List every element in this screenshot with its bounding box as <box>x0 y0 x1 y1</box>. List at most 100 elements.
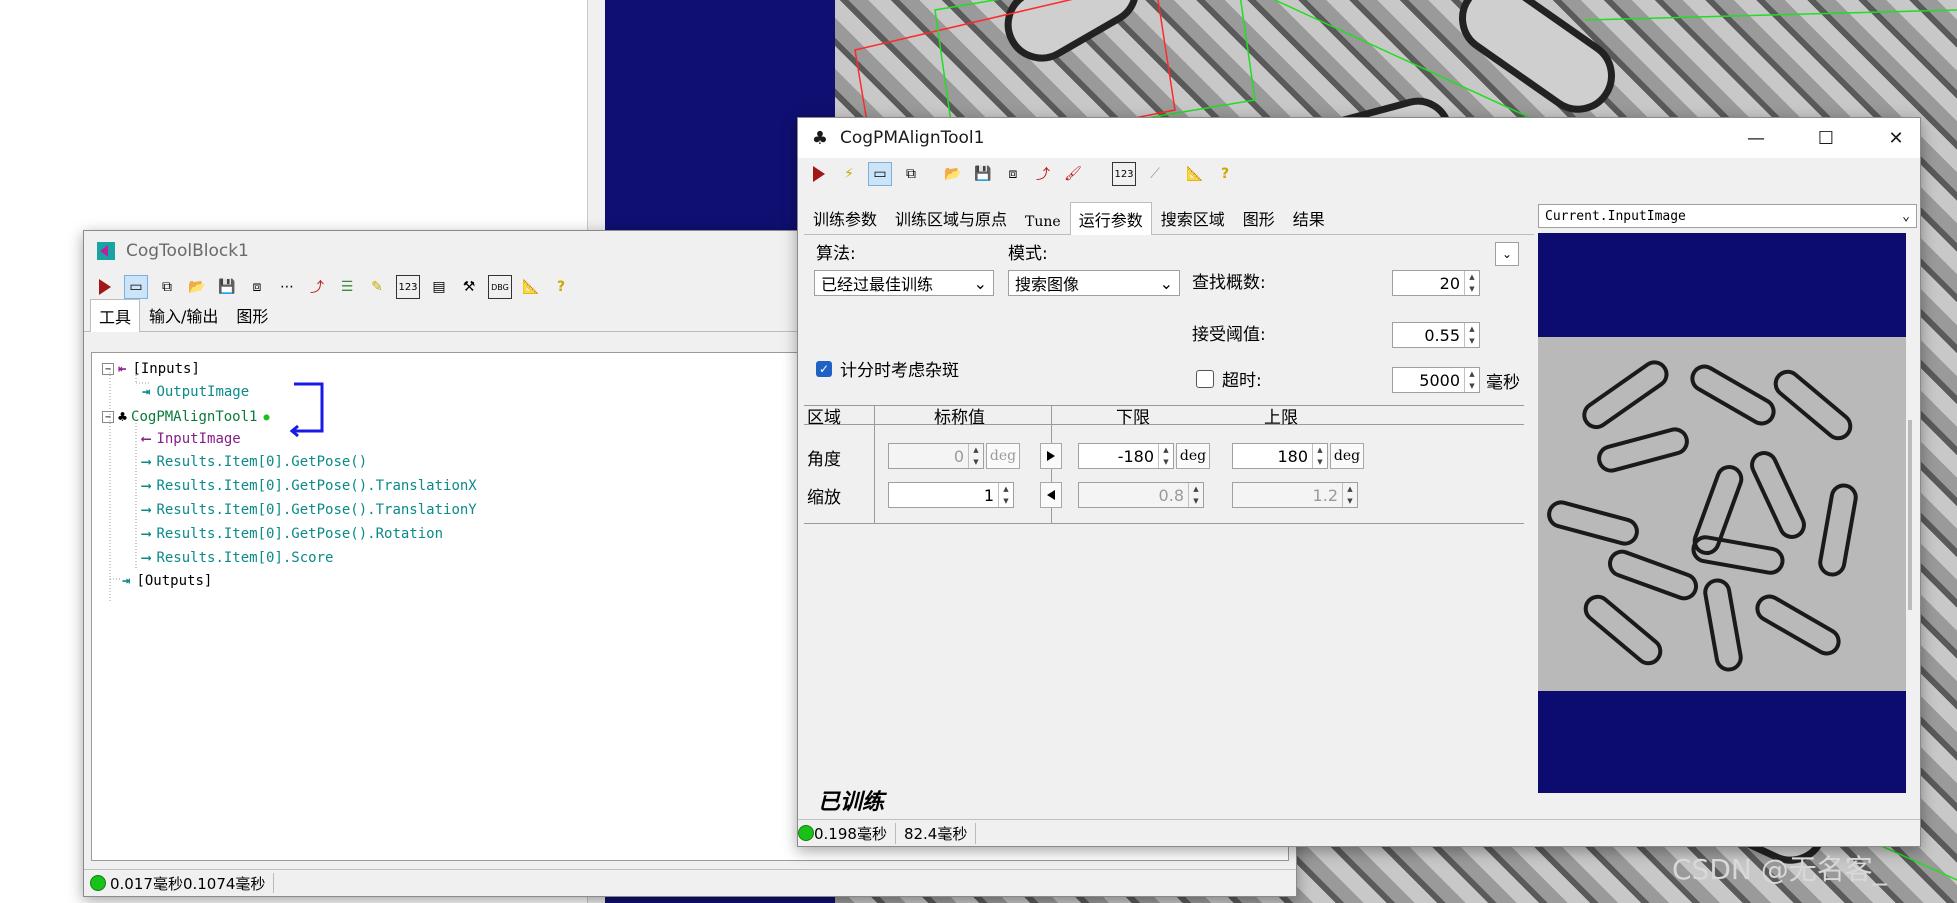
tab-graphics[interactable]: 图形 <box>227 298 277 331</box>
spinner-arrows-icon[interactable]: ▲ ▼ <box>1188 483 1203 507</box>
maximize-button[interactable]: ☐ <box>1802 118 1850 158</box>
tools-icon[interactable]: ⚒ <box>458 276 480 298</box>
run-icon[interactable] <box>808 163 830 185</box>
spinner-arrows-icon[interactable]: ▲ ▼ <box>1464 368 1479 392</box>
display-toggle-icon[interactable]: ▭ <box>868 162 892 186</box>
checkbox-checked-icon[interactable]: ✓ <box>816 360 832 377</box>
ruler-icon[interactable]: 📐 <box>520 276 542 298</box>
help-icon[interactable]: ? <box>550 276 572 298</box>
close-button[interactable]: ✕ <box>1872 118 1920 158</box>
tree-output-image[interactable]: ⇥ OutputImage <box>142 384 249 400</box>
checkbox-unchecked-icon[interactable] <box>1196 369 1214 388</box>
terminal-icon[interactable]: ▤ <box>428 276 450 298</box>
chevron-down-icon: ⌄ <box>1902 208 1910 224</box>
save-icon[interactable]: 💾 <box>216 276 238 298</box>
minimize-button[interactable]: — <box>1732 118 1780 158</box>
scale-nominal-spinner[interactable]: 1 ▲ ▼ <box>888 482 1014 508</box>
debug-icon[interactable]: DBG <box>488 275 512 299</box>
angle-nominal-unit[interactable]: deg <box>986 443 1020 469</box>
dots-icon[interactable]: ⋯ <box>276 276 298 298</box>
spinner-arrows-icon[interactable]: ▲ ▼ <box>998 483 1013 507</box>
numeric-icon[interactable]: 123 <box>396 275 420 299</box>
mode-select[interactable]: 搜索图像 ⌄ <box>1008 270 1180 296</box>
watermark: CSDN @无名客_ <box>1672 853 1887 886</box>
scale-back-button[interactable] <box>1040 482 1062 508</box>
spinner-arrows-icon[interactable]: ▲ ▼ <box>1464 271 1479 295</box>
output-arrow-icon: ⟶ <box>142 478 151 494</box>
image-scrollbar[interactable] <box>1908 420 1912 610</box>
signal-icon[interactable]: ⟋ <box>1144 163 1166 185</box>
status-time-2: 82.4毫秒 <box>896 822 977 844</box>
tab-run-params[interactable]: 运行参数 <box>1069 202 1152 235</box>
open-folder-icon[interactable]: 📂 <box>942 163 964 185</box>
output-arrow-icon: ⇥ <box>122 573 131 589</box>
algorithm-select[interactable]: 已经过最佳训练 ⌄ <box>814 270 994 296</box>
copy-tool-icon[interactable]: ⧈ <box>1002 163 1024 185</box>
tab-search-region[interactable]: 搜索区域 <box>1152 201 1234 234</box>
collapse-icon[interactable]: − <box>102 411 114 423</box>
image-display[interactable] <box>1538 233 1906 793</box>
tree-result-item[interactable]: ⟶ Results.Item[0].Score <box>142 550 333 566</box>
timeout-label: 超时: <box>1222 371 1262 391</box>
tab-graphics[interactable]: 图形 <box>1234 201 1284 234</box>
tab-tools[interactable]: 工具 <box>90 299 141 332</box>
toolblock-statusbar: 0.017毫秒0.1074毫秒 <box>84 869 1296 896</box>
tree-result-item[interactable]: ⟶ Results.Item[0].GetPose().TranslationX <box>142 478 477 494</box>
tab-results[interactable]: 结果 <box>1284 201 1334 234</box>
ruler-icon[interactable]: 📐 <box>1184 163 1206 185</box>
mode-label: 模式: <box>1008 244 1048 264</box>
window-split-icon[interactable]: ⧉ <box>900 163 922 185</box>
angle-high-spinner[interactable]: 180 ▲ ▼ <box>1232 443 1328 469</box>
save-icon[interactable]: 💾 <box>972 163 994 185</box>
angle-nominal-spinner[interactable]: 0 ▲ ▼ <box>888 443 984 469</box>
status-dot-icon: ● <box>263 411 270 423</box>
tree-result-item[interactable]: ⟶ Results.Item[0].GetPose() <box>142 454 367 470</box>
angle-label: 角度 <box>807 450 841 470</box>
image-selector[interactable]: Current.InputImage ⌄ <box>1538 204 1917 228</box>
tab-train-params[interactable]: 训练参数 <box>804 201 886 234</box>
output-arrow-icon: ⟶ <box>142 550 151 566</box>
lightning-icon[interactable]: ⚡ <box>838 163 860 185</box>
tree-result-item[interactable]: ⟶ Results.Item[0].GetPose().Rotation <box>142 526 443 542</box>
find-count-spinner[interactable]: 20 ▲ ▼ <box>1392 270 1480 296</box>
tree-tool-node[interactable]: − ♣ CogPMAlignTool1 ● <box>102 408 270 426</box>
timeout-spinner[interactable]: 5000 ▲ ▼ <box>1392 367 1480 393</box>
scale-high-spinner[interactable]: 1.2 ▲ ▼ <box>1232 482 1358 508</box>
import-icon[interactable]: ⤴ <box>1032 163 1054 185</box>
accept-threshold-spinner[interactable]: 0.55 ▲ ▼ <box>1392 322 1480 348</box>
brush-icon[interactable]: 🖌 <box>1062 163 1084 185</box>
collapse-icon[interactable]: − <box>102 363 114 375</box>
window-split-icon[interactable]: ⧉ <box>156 276 178 298</box>
display-toggle-icon[interactable]: ▭ <box>124 275 148 299</box>
timeout-checkbox-row[interactable]: 超时: <box>1196 366 1262 391</box>
spinner-arrows-icon[interactable]: ▲ ▼ <box>1464 323 1479 347</box>
angle-low-unit[interactable]: deg <box>1176 443 1210 469</box>
spinner-arrows-icon[interactable]: ▲ ▼ <box>1312 444 1327 468</box>
spinner-arrows-icon[interactable]: ▲ ▼ <box>1158 444 1173 468</box>
database-icon[interactable]: ☰ <box>336 276 358 298</box>
import-icon[interactable]: ⤴ <box>306 276 328 298</box>
help-icon[interactable]: ? <box>1214 163 1236 185</box>
tree-result-item[interactable]: ⟶ Results.Item[0].GetPose().TranslationY <box>142 502 477 518</box>
numeric-icon[interactable]: 123 <box>1112 162 1136 186</box>
angle-high-unit[interactable]: deg <box>1330 443 1364 469</box>
tree-input-image[interactable]: ⟵ InputImage <box>142 431 241 447</box>
scale-low-spinner[interactable]: 0.8 ▲ ▼ <box>1078 482 1204 508</box>
spinner-arrows-icon[interactable]: ▲ ▼ <box>968 444 983 468</box>
copy-tool-icon[interactable]: ⧈ <box>246 276 268 298</box>
expand-icon[interactable]: ⌄ <box>1495 242 1519 266</box>
tab-io[interactable]: 输入/输出 <box>140 298 227 331</box>
clutter-checkbox-row[interactable]: ✓ 计分时考虑杂斑 <box>816 356 959 381</box>
output-arrow-icon: ⟶ <box>142 454 151 470</box>
run-icon[interactable] <box>94 276 116 298</box>
script-icon[interactable]: ✎ <box>366 276 388 298</box>
spinner-arrows-icon[interactable]: ▲ ▼ <box>1342 483 1357 507</box>
tree-outputs-node[interactable]: ⇥ [Outputs] <box>122 573 212 589</box>
tree-inputs-node[interactable]: − ⇤ [Inputs] <box>102 361 200 377</box>
angle-low-spinner[interactable]: -180 ▲ ▼ <box>1078 443 1174 469</box>
open-folder-icon[interactable]: 📂 <box>186 276 208 298</box>
angle-play-button[interactable] <box>1040 443 1062 469</box>
output-arrow-icon: ⇥ <box>142 384 151 400</box>
tab-tune[interactable]: Tune <box>1016 209 1070 234</box>
tab-train-region[interactable]: 训练区域与原点 <box>886 201 1016 234</box>
